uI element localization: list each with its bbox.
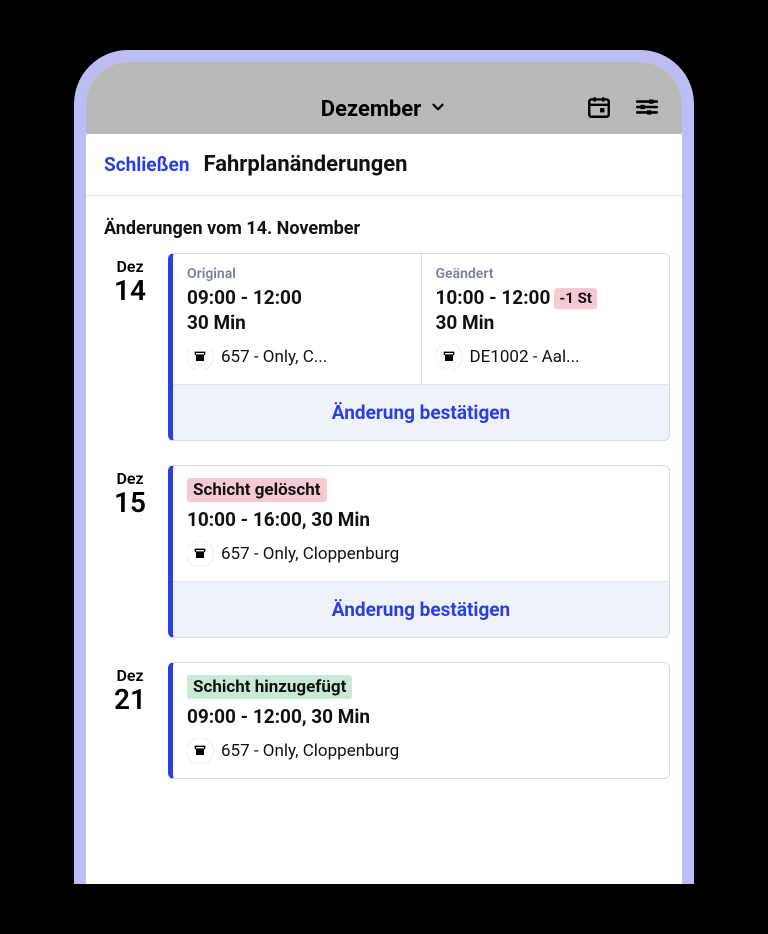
- shift-deleted-badge: Schicht gelöscht: [187, 478, 327, 502]
- store-icon: [187, 541, 213, 567]
- changed-location: DE1002 - Aal...: [470, 347, 580, 367]
- change-entry: Dez 21 Schicht hinzugefügt 09:00 - 12:00…: [86, 662, 682, 803]
- time-delta-badge: -1 St: [554, 288, 597, 310]
- original-location: 657 - Only, C...: [221, 347, 327, 367]
- shift-time-line: 09:00 - 12:00, 30 Min: [187, 705, 655, 728]
- shift-time-line: 10:00 - 16:00, 30 Min: [187, 508, 655, 531]
- chevron-down-icon: [429, 97, 447, 122]
- month-selector[interactable]: Dezember: [321, 97, 447, 122]
- close-button[interactable]: Schließen: [104, 153, 189, 176]
- entry-date: Dez 15: [104, 465, 156, 638]
- confirm-button[interactable]: Änderung bestätigen: [173, 384, 669, 440]
- phone-frame: Dezember Schließen Fahrplanänderungen Än…: [74, 50, 694, 884]
- changed-time: 10:00 - 12:00: [436, 286, 551, 311]
- entry-date-day: 14: [104, 276, 156, 307]
- entry-date: Dez 14: [104, 253, 156, 441]
- original-panel: Original 09:00 - 12:00 30 Min 657 - Only…: [173, 254, 421, 384]
- shift-location: 657 - Only, Cloppenburg: [221, 544, 399, 564]
- change-card: Original 09:00 - 12:00 30 Min 657 - Only…: [168, 253, 670, 441]
- store-icon: [187, 344, 213, 370]
- entry-date-month: Dez: [104, 469, 156, 488]
- store-icon: [187, 738, 213, 764]
- changed-break: 30 Min: [436, 311, 656, 334]
- change-card: Schicht gelöscht 10:00 - 16:00, 30 Min 6…: [168, 465, 670, 638]
- original-label: Original: [187, 266, 407, 282]
- entry-date-day: 21: [104, 685, 156, 716]
- original-time: 09:00 - 12:00: [187, 286, 407, 311]
- change-card: Schicht hinzugefügt 09:00 - 12:00, 30 Mi…: [168, 662, 670, 779]
- change-entry: Dez 15 Schicht gelöscht 10:00 - 16:00, 3…: [86, 465, 682, 662]
- shift-added-badge: Schicht hinzugefügt: [187, 675, 352, 699]
- modal-title: Fahrplanänderungen: [203, 152, 407, 177]
- entry-date-month: Dez: [104, 666, 156, 685]
- store-icon: [436, 344, 462, 370]
- app-topbar: Dezember: [86, 62, 682, 134]
- confirm-button[interactable]: Änderung bestätigen: [173, 581, 669, 637]
- entry-date: Dez 21: [104, 662, 156, 779]
- shift-location: 657 - Only, Cloppenburg: [221, 741, 399, 761]
- filter-sliders-icon[interactable]: [634, 94, 660, 124]
- month-label: Dezember: [321, 97, 421, 122]
- change-entry: Dez 14 Original 09:00 - 12:00 30 Min 657…: [86, 253, 682, 465]
- section-subtitle: Änderungen vom 14. November: [86, 196, 682, 253]
- modal-header: Schließen Fahrplanänderungen: [86, 134, 682, 196]
- changed-label: Geändert: [436, 266, 656, 282]
- calendar-icon[interactable]: [586, 94, 612, 124]
- entry-date-day: 15: [104, 488, 156, 519]
- changed-panel: Geändert 10:00 - 12:00 -1 St 30 Min DE10…: [421, 254, 670, 384]
- original-break: 30 Min: [187, 311, 407, 334]
